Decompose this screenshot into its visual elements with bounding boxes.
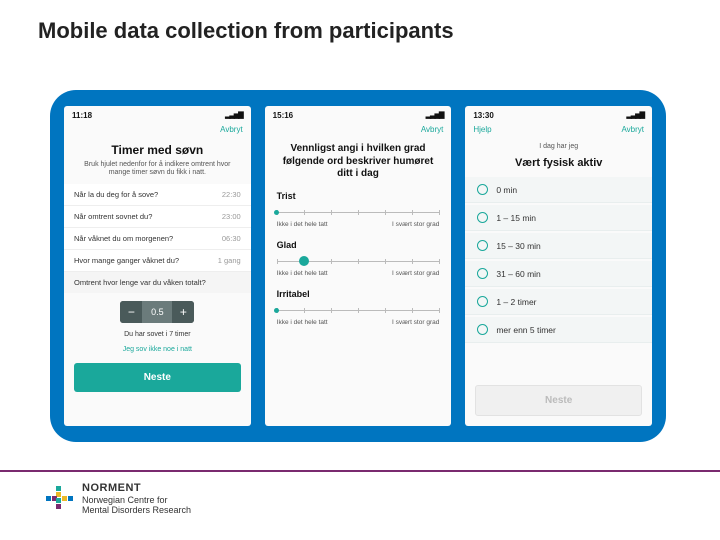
signal-icon: ▂▃▅▇ <box>626 111 644 120</box>
row-wake-count[interactable]: Hvor mange ganger våknet du?1 gang <box>64 250 251 272</box>
option-0min[interactable]: 0 min <box>465 177 652 203</box>
option-1-15[interactable]: 1 – 15 min <box>465 205 652 231</box>
cancel-link[interactable]: Avbryt <box>621 125 644 134</box>
status-bar: 11:18 ▂▃▅▇ <box>64 106 251 122</box>
signal-icon: ▂▃▅▇ <box>225 111 243 120</box>
radio-icon <box>477 184 488 195</box>
slider-trist[interactable] <box>277 205 440 219</box>
radio-icon <box>477 240 488 251</box>
status-bar: 15:16 ▂▃▅▇ <box>265 106 452 122</box>
norment-logo-icon <box>46 486 72 512</box>
radio-icon <box>477 324 488 335</box>
radio-icon <box>477 268 488 279</box>
option-15-30[interactable]: 15 – 30 min <box>465 233 652 259</box>
mood-label-irritabel: Irritabel <box>265 283 452 301</box>
clock: 11:18 <box>72 111 92 120</box>
mood-label-glad: Glad <box>265 234 452 252</box>
mood-label-trist: Trist <box>265 185 452 203</box>
skip-link[interactable]: Jeg sov ikke noe i natt <box>64 344 251 359</box>
phone-mood: 15:16 ▂▃▅▇ Avbryt Vennligst angi i hvilk… <box>265 106 452 426</box>
screen-title: Timer med søvn <box>64 139 251 161</box>
option-5h[interactable]: mer enn 5 timer <box>465 317 652 343</box>
screen-title: Vært fysisk aktiv <box>465 157 652 173</box>
stepper-value: 0.5 <box>142 301 172 323</box>
footer-text: NORMENT Norwegian Centre for Mental Diso… <box>82 482 191 515</box>
status-bar: 13:30 ▂▃▅▇ <box>465 106 652 122</box>
next-button[interactable]: Neste <box>74 363 241 392</box>
phone-activity: 13:30 ▂▃▅▇ Hjelp Avbryt I dag har jeg Væ… <box>465 106 652 426</box>
signal-icon: ▂▃▅▇ <box>426 111 444 120</box>
option-31-60[interactable]: 31 – 60 min <box>465 261 652 287</box>
row-wake[interactable]: Når våknet du om morgenen?06:30 <box>64 228 251 250</box>
sleep-summary: Du har sovet i 7 timer <box>64 327 251 344</box>
lead-text: I dag har jeg <box>465 139 652 157</box>
slider-knob[interactable] <box>299 256 309 266</box>
stepper-plus[interactable]: + <box>172 301 194 323</box>
radio-icon <box>477 212 488 223</box>
slider-knob[interactable] <box>274 210 279 215</box>
slider-knob[interactable] <box>274 308 279 313</box>
phone-sleep: 11:18 ▂▃▅▇ Avbryt Timer med søvn Bruk hj… <box>64 106 251 426</box>
nav-row: Hjelp Avbryt <box>465 122 652 139</box>
slider-glad[interactable] <box>277 254 440 268</box>
nav-row: Avbryt <box>265 122 452 139</box>
footer: NORMENT Norwegian Centre for Mental Diso… <box>0 470 720 540</box>
nav-row: Avbryt <box>64 122 251 139</box>
row-bedtime[interactable]: Når la du deg for å sove?22:30 <box>64 184 251 206</box>
radio-icon <box>477 296 488 307</box>
next-button[interactable]: Neste <box>475 385 642 416</box>
slider-irritabel[interactable] <box>277 303 440 317</box>
row-awake-total: Omtrent hvor lenge var du våken totalt? <box>64 272 251 293</box>
clock: 15:16 <box>273 111 293 120</box>
screen-title: Vennligst angi i hvilken grad følgende o… <box>265 139 452 185</box>
option-1-2h[interactable]: 1 – 2 timer <box>465 289 652 315</box>
row-fell-asleep[interactable]: Når omtrent sovnet du?23:00 <box>64 206 251 228</box>
screenshot-panel: 11:18 ▂▃▅▇ Avbryt Timer med søvn Bruk hj… <box>50 90 666 442</box>
cancel-link[interactable]: Avbryt <box>220 125 243 134</box>
stepper-minus[interactable]: − <box>120 301 142 323</box>
clock: 13:30 <box>473 111 493 120</box>
awake-stepper[interactable]: − 0.5 + <box>120 301 194 323</box>
screen-subtitle: Bruk hjulet nedenfor for å indikere omtr… <box>64 161 251 184</box>
cancel-link[interactable]: Avbryt <box>421 125 444 134</box>
help-link[interactable]: Hjelp <box>473 125 491 134</box>
slide-title: Mobile data collection from participants <box>0 0 720 44</box>
